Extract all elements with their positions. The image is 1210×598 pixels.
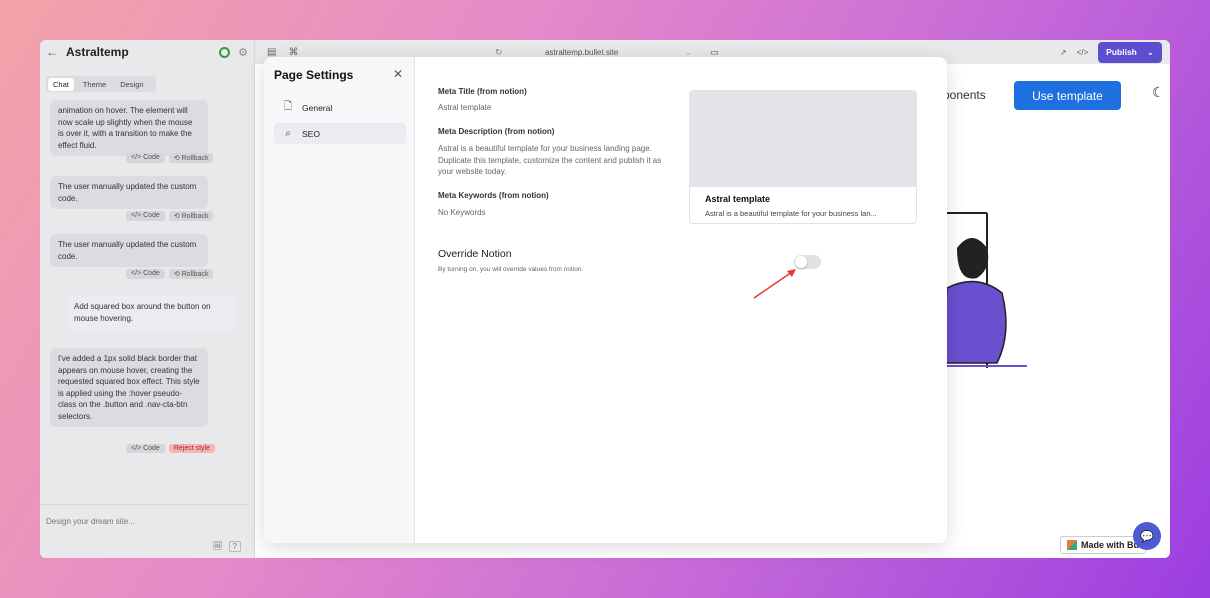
card-description: Astral is a beautiful template for your …	[705, 209, 877, 218]
chat-support-icon[interactable]: 💬	[1133, 522, 1161, 550]
site-url[interactable]: astraltemp.bullet.site	[545, 48, 618, 57]
publish-button[interactable]: Publish ⌄	[1098, 41, 1162, 63]
override-description: By turning on, you will override values …	[438, 266, 584, 273]
message-actions: </> Code ⟲ Rollback	[126, 153, 214, 163]
meta-description-value: Astral is a beautiful template for your …	[438, 144, 662, 176]
nav-seo[interactable]: ⌕ SEO	[274, 123, 406, 144]
publish-label: Publish	[1106, 47, 1137, 57]
nav-label: General	[302, 102, 333, 113]
meta-title-label: Meta Title (from notion)	[438, 87, 527, 96]
chat-input[interactable]	[46, 517, 243, 526]
modal-title: Page Settings	[274, 68, 354, 82]
settings-sidebar: Page Settings ✕ 🗋 General ⌕ SEO	[264, 57, 415, 543]
search-icon: ⌕	[285, 128, 291, 139]
reject-style-button[interactable]: Reject style	[168, 444, 215, 453]
brand-logo-icon	[1067, 540, 1077, 550]
status-icon	[219, 46, 231, 58]
chevron-down-icon[interactable]: ⌄	[685, 48, 692, 57]
message-text: The user manually updated the custom cod…	[58, 240, 197, 261]
chevron-down-icon: ⌄	[1146, 46, 1154, 57]
user-message: Add squared box around the button on mou…	[66, 296, 236, 330]
meta-keywords-label: Meta Keywords (from notion)	[438, 191, 549, 200]
message-text: I've added a 1px solid black border that…	[58, 354, 200, 421]
assistant-message: The user manually updated the custom cod…	[50, 234, 208, 267]
meta-description-label: Meta Description (from notion)	[438, 127, 555, 136]
page-icon[interactable]: ▤	[267, 47, 276, 58]
seo-preview-card: Astral template Astral is a beautiful te…	[689, 90, 917, 224]
code-button[interactable]: </> Code	[126, 269, 165, 279]
external-link-icon[interactable]: ↗	[1060, 48, 1067, 57]
meta-keywords-value: No Keywords	[438, 208, 486, 217]
chat-panel: ← Astraltemp ⚙ Chat Theme Design animati…	[40, 40, 255, 558]
code-button[interactable]: </> Code	[126, 153, 165, 163]
assistant-message: The user manually updated the custom cod…	[50, 176, 208, 209]
input-icons: 🖼 ?	[212, 541, 241, 552]
chat-input-area: 🖼 ?	[40, 504, 249, 558]
code-button[interactable]: </> Code	[126, 211, 165, 221]
code-icon[interactable]: </>	[1077, 48, 1089, 57]
meta-title-value: Astral template	[438, 103, 492, 112]
rollback-button[interactable]: ⟲ Rollback	[168, 153, 214, 163]
tab-theme[interactable]: Theme	[78, 78, 111, 91]
project-name: Astraltemp	[66, 45, 129, 59]
image-icon[interactable]: 🖼	[212, 541, 222, 552]
back-arrow-icon[interactable]: ←	[46, 45, 58, 59]
preview-image	[690, 91, 916, 187]
help-button[interactable]: ?	[228, 541, 241, 552]
tab-design[interactable]: Design	[115, 78, 148, 91]
moon-icon[interactable]: ☾	[1152, 84, 1165, 101]
override-title: Override Notion	[438, 248, 512, 260]
message-text: animation on hover. The element will now…	[58, 106, 193, 150]
assistant-message: animation on hover. The element will now…	[50, 100, 208, 156]
preview-nav-link[interactable]: ponents	[943, 88, 986, 102]
gear-icon[interactable]: ⚙	[238, 46, 248, 59]
monitor-icon[interactable]: ▭	[710, 47, 719, 58]
rollback-button[interactable]: ⟲ Rollback	[168, 269, 214, 279]
assistant-message: I've added a 1px solid black border that…	[50, 348, 208, 427]
message-actions: </> Code ⟲ Rollback	[126, 269, 214, 279]
project-header: ← Astraltemp ⚙	[40, 40, 254, 64]
page-settings-modal: Page Settings ✕ 🗋 General ⌕ SEO Meta Tit…	[264, 57, 947, 543]
nav-general[interactable]: 🗋 General	[274, 97, 406, 118]
code-button[interactable]: </> Code	[126, 444, 165, 453]
close-icon[interactable]: ✕	[393, 67, 403, 81]
chat-tabs: Chat Theme Design	[46, 76, 156, 92]
message-text: The user manually updated the custom cod…	[58, 182, 197, 203]
refresh-icon[interactable]: ↻	[495, 47, 503, 58]
message-actions: </> Code ⟲ Rollback	[126, 211, 214, 221]
use-template-button[interactable]: Use template	[1014, 81, 1121, 110]
toolbar-actions: ↗ </> Publish ⌄	[1060, 41, 1162, 63]
hero-illustration	[941, 212, 1027, 368]
annotation-arrow-icon	[753, 269, 796, 299]
nav-label: SEO	[302, 128, 320, 139]
made-with-text: Made with Bu	[1081, 540, 1139, 550]
layout-icon[interactable]: ⌘	[288, 47, 298, 58]
message-actions: </> Code Reject style	[126, 444, 215, 453]
rollback-button[interactable]: ⟲ Rollback	[168, 211, 214, 221]
card-title: Astral template	[705, 194, 771, 204]
tab-chat[interactable]: Chat	[48, 77, 74, 91]
document-icon: 🗋	[283, 101, 293, 112]
